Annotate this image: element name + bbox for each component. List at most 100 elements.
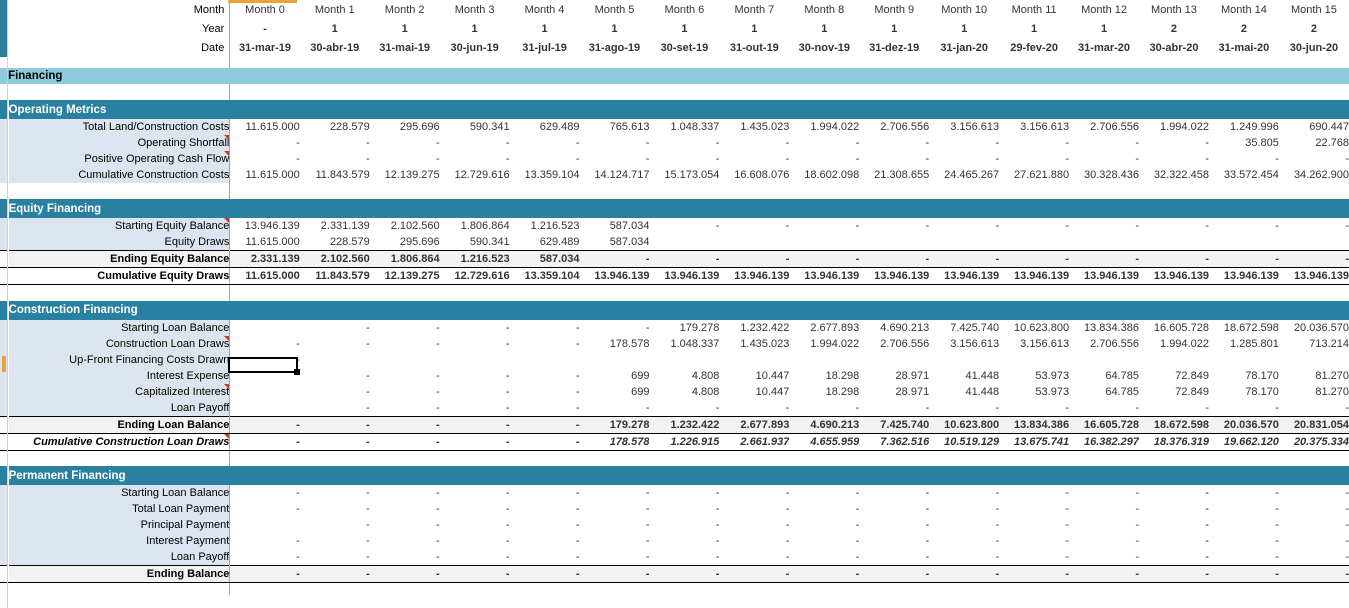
table-row[interactable]: Starting Loan Balance - - - - - - - - - - - - - - - - [0,485,1349,501]
data-cell[interactable]: 178.578 [579,433,650,451]
data-cell[interactable]: - [579,565,650,583]
data-cell[interactable]: 1.994.022 [789,119,860,135]
data-cell[interactable]: 13.946.139 [1278,267,1349,285]
data-cell[interactable]: - [1208,565,1279,583]
data-cell[interactable]: - [579,151,650,167]
data-cell[interactable]: - [719,517,790,533]
data-cell[interactable]: 1.806.864 [439,218,510,234]
data-cell[interactable]: - [859,565,930,583]
data-cell[interactable]: 1.216.523 [509,218,580,234]
data-cell[interactable]: - [439,367,510,384]
data-cell[interactable]: - [1278,399,1349,416]
data-cell[interactable]: - [1278,250,1349,268]
active-cell-selection[interactable] [228,357,300,375]
data-cell[interactable]: - [1278,533,1349,549]
data-cell[interactable]: - [649,151,720,167]
data-cell[interactable]: - [929,501,1000,517]
data-cell[interactable]: - [859,517,930,533]
data-cell[interactable]: 587.034 [509,250,580,268]
data-cell[interactable]: - [929,533,1000,549]
data-cell[interactable]: 1.994.022 [1139,335,1209,352]
data-cell[interactable]: - [1069,151,1140,167]
data-cell[interactable]: - [1278,485,1349,501]
data-cell[interactable]: 32.322.458 [1139,167,1209,183]
data-cell[interactable]: 2.706.556 [1069,119,1140,135]
data-cell[interactable]: - [929,135,1000,151]
data-cell[interactable]: 7.425.740 [859,415,930,434]
data-cell[interactable]: 72.849 [1139,367,1209,384]
table-row[interactable]: Cumulative Construction Loan Draws - - - - -1… [0,433,1349,451]
data-cell[interactable]: - [579,250,650,268]
table-row[interactable]: Equity Draws 11.615.000 228.579 295.696 590.… [0,234,1349,251]
data-cell[interactable] [439,351,510,368]
data-cell[interactable]: - [789,399,860,416]
data-cell[interactable]: 10.447 [719,367,790,384]
data-cell[interactable]: 228.579 [299,234,370,251]
data-cell[interactable]: - [509,415,580,434]
data-cell[interactable]: - [1208,501,1279,517]
data-cell[interactable] [229,399,300,416]
data-cell[interactable]: - [1278,501,1349,517]
data-cell[interactable]: 64.785 [1069,367,1140,384]
data-cell[interactable]: 228.579 [299,119,370,135]
data-cell[interactable]: - [999,549,1070,566]
data-cell[interactable]: - [649,565,720,583]
data-cell[interactable]: 16.605.728 [1069,415,1140,434]
table-row[interactable]: Loan Payoff - - - - - - - - - - - - - - - [0,399,1349,416]
table-row[interactable]: Starting Loan Balance - - - - -179.278 1.232.4… [0,319,1349,336]
data-cell[interactable]: - [299,533,370,549]
data-cell[interactable]: 11.615.000 [229,234,300,251]
data-cell[interactable]: 7.362.516 [859,433,930,451]
data-cell[interactable]: 19.662.120 [1208,433,1279,451]
data-cell[interactable]: - [1208,218,1279,234]
data-cell[interactable]: - [1278,565,1349,583]
data-cell[interactable]: 2.677.893 [719,415,790,434]
data-cell[interactable] [369,351,440,368]
data-cell[interactable]: - [859,549,930,566]
data-cell[interactable]: - [1069,135,1140,151]
data-cell[interactable]: 10.623.800 [929,415,1000,434]
data-cell[interactable]: 10.623.800 [999,319,1070,336]
data-cell[interactable]: - [369,415,440,434]
data-cell[interactable] [1139,351,1209,368]
data-cell[interactable]: - [579,485,650,501]
data-cell[interactable]: 11.615.000 [229,167,300,183]
data-cell[interactable]: - [509,135,580,151]
data-cell[interactable]: 765.613 [579,119,650,135]
data-cell[interactable]: 2.661.937 [719,433,790,451]
data-cell[interactable]: - [1139,549,1209,566]
data-cell[interactable]: - [859,250,930,268]
data-cell[interactable]: - [579,533,650,549]
data-cell[interactable]: 11.615.000 [229,267,300,285]
data-cell[interactable]: - [509,549,580,566]
data-cell[interactable]: - [439,415,510,434]
data-cell[interactable]: 16.382.297 [1069,433,1140,451]
data-cell[interactable]: 12.139.275 [369,167,440,183]
data-cell[interactable]: - [999,533,1070,549]
data-cell[interactable]: 1.994.022 [789,335,860,352]
data-cell[interactable]: - [859,218,930,234]
data-cell[interactable]: 1.232.422 [649,415,720,434]
data-cell[interactable]: - [789,533,860,549]
data-cell[interactable]: - [649,501,720,517]
data-cell[interactable] [719,234,790,251]
data-cell[interactable]: - [719,399,790,416]
data-cell[interactable]: 178.578 [579,335,650,352]
data-cell[interactable]: - [649,533,720,549]
data-cell[interactable]: 13.675.741 [999,433,1070,451]
data-cell[interactable]: - [1069,565,1140,583]
data-cell[interactable]: 41.448 [929,367,1000,384]
data-cell[interactable]: - [509,533,580,549]
data-cell[interactable]: - [719,135,790,151]
table-row[interactable]: Interest Payment - - - - - - - - - - - - - - - - [0,533,1349,549]
data-cell[interactable]: - [369,335,440,352]
table-row[interactable]: Total Land/Construction Costs 11.615.000 2… [0,119,1349,135]
data-cell[interactable]: - [929,549,1000,566]
data-cell[interactable]: 18.602.098 [789,167,860,183]
data-cell[interactable]: 2.102.560 [369,218,440,234]
data-cell[interactable]: - [789,151,860,167]
data-cell[interactable]: 13.834.386 [999,415,1070,434]
table-row[interactable]: Cumulative Construction Costs 11.615.000 1… [0,167,1349,183]
data-cell[interactable]: 4.808 [649,383,720,400]
data-cell[interactable]: 78.170 [1208,367,1279,384]
